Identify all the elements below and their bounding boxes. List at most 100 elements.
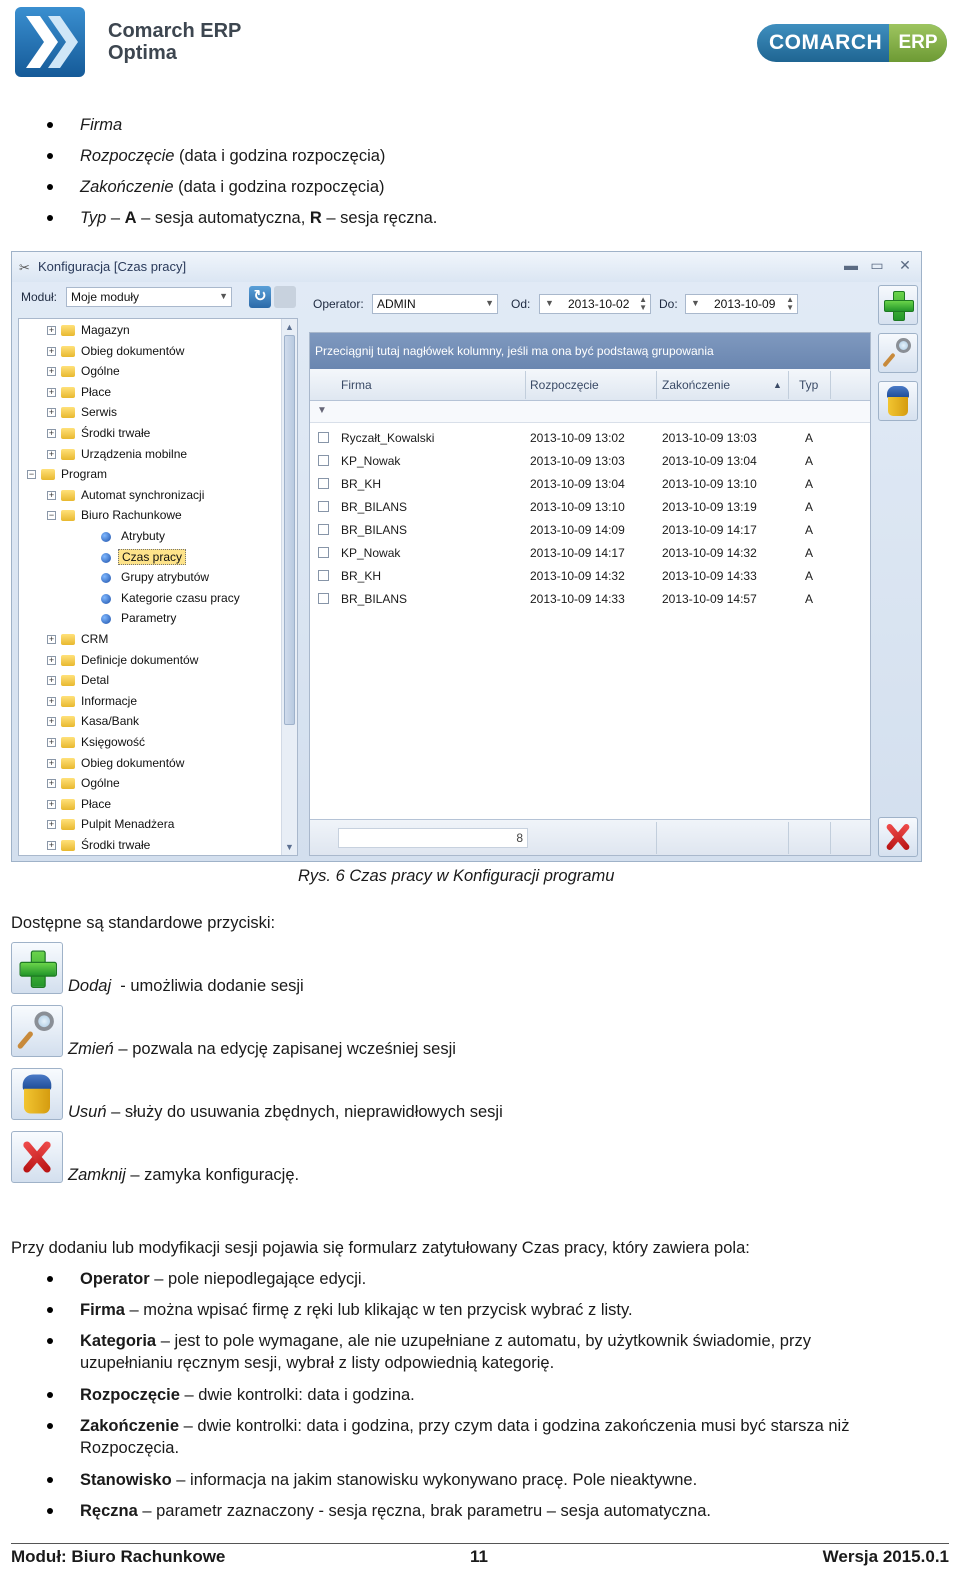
chevron-down-icon: ▼ <box>691 298 700 308</box>
table-row[interactable]: BR_BILANS 2013-10-09 13:10 2013-10-09 13:1… <box>310 496 870 519</box>
close-button-illustration <box>11 1131 63 1183</box>
button-desc: – pozwala na edycję zapisanej wcześniej … <box>113 1040 456 1058</box>
do-date-field[interactable]: ▼ 2013-10-09 ▲ ▼ <box>685 294 798 314</box>
row-checkbox[interactable] <box>318 524 329 535</box>
table-row[interactable]: BR_KH 2013-10-09 13:04 2013-10-09 13:10 A <box>310 473 870 496</box>
edit-button-description: Zmień – pozwala na edycję zapisanej wcze… <box>68 1040 456 1059</box>
cell-rozpoczecie: 2013-10-09 14:09 <box>530 523 625 537</box>
filter-icon[interactable]: ▼ <box>317 405 327 416</box>
expand-icon[interactable]: + <box>47 449 56 459</box>
edit-magnifier-icon <box>16 1011 57 1051</box>
row-checkbox[interactable] <box>318 478 329 489</box>
operator-value: ADMIN <box>377 297 416 311</box>
row-checkbox[interactable] <box>318 501 329 512</box>
close-button[interactable] <box>878 817 918 857</box>
expand-icon[interactable]: + <box>47 490 56 500</box>
column-separator <box>525 371 526 399</box>
bullet-desc: – <box>106 209 125 227</box>
table-row[interactable]: BR_BILANS 2013-10-09 14:09 2013-10-09 14:1… <box>310 519 870 542</box>
cell-typ: A <box>805 592 814 606</box>
table-row[interactable]: BR_BILANS 2013-10-09 14:33 2013-10-09 14:5… <box>310 588 870 611</box>
tree-scrollbar[interactable]: ▲ ▼ <box>281 319 297 855</box>
tree-item-label: Pulpit Menadżera <box>81 817 175 832</box>
collapse-icon[interactable]: − <box>47 511 56 521</box>
maximize-icon[interactable]: ▭ <box>868 257 886 274</box>
cell-firma: KP_Nowak <box>341 546 401 560</box>
row-checkbox[interactable] <box>318 455 329 466</box>
expand-icon[interactable]: + <box>47 696 56 706</box>
expand-icon[interactable]: + <box>47 820 56 830</box>
spinner-icon[interactable]: ▲ ▼ <box>786 296 794 312</box>
row-checkbox[interactable] <box>318 547 329 558</box>
delete-button[interactable] <box>878 381 918 421</box>
operator-select[interactable]: ADMIN ▼ <box>372 294 498 314</box>
module-tree[interactable]: ▲ ▼ + Magazyn + Obieg dokumentów + Ogólne + Pła… <box>18 318 298 856</box>
button-name: Usuń <box>68 1103 107 1121</box>
expand-icon[interactable]: + <box>47 387 56 397</box>
spinner-icon[interactable]: ▲ ▼ <box>639 296 647 312</box>
form-fields-list: Operator – pole niepodlegające edycji. F… <box>0 1268 960 1531</box>
row-checkbox[interactable] <box>318 432 329 443</box>
tree-item-label: Kasa/Bank <box>81 714 140 729</box>
expand-icon[interactable]: + <box>47 758 56 768</box>
refresh-button[interactable]: ↻ <box>249 286 271 308</box>
scrollbar-thumb[interactable] <box>284 335 295 725</box>
table-row[interactable]: KP_Nowak 2013-10-09 13:03 2013-10-09 13:04… <box>310 450 870 473</box>
column-separator <box>788 371 789 399</box>
expand-icon[interactable]: + <box>47 429 56 438</box>
expand-icon[interactable]: + <box>47 799 56 809</box>
sort-ascending-icon: ▲ <box>773 380 782 390</box>
cell-zakonczenie: 2013-10-09 13:19 <box>662 500 757 514</box>
expand-icon[interactable]: + <box>47 717 56 727</box>
column-header-typ[interactable]: Typ <box>799 378 818 392</box>
modul-select[interactable]: Moje moduły ▼ <box>66 287 232 307</box>
folder-icon <box>61 757 75 769</box>
expand-icon[interactable]: + <box>47 367 56 377</box>
tree-item-label: Płace <box>81 796 112 811</box>
expand-icon[interactable]: + <box>47 676 56 686</box>
expand-icon[interactable]: + <box>47 408 56 418</box>
row-checkbox[interactable] <box>318 593 329 604</box>
expand-icon[interactable]: + <box>47 779 56 789</box>
operator-label: Operator: <box>313 297 364 311</box>
column-header-zakonczenie[interactable]: Zakończenie <box>662 378 730 392</box>
minimize-icon[interactable]: ▬ <box>842 257 860 273</box>
expand-icon[interactable]: + <box>47 655 56 665</box>
scroll-up-icon[interactable]: ▲ <box>285 322 294 332</box>
close-x-icon <box>884 823 912 851</box>
column-list: Firma Rozpoczęcie (data i godzina rozpoc… <box>0 114 960 238</box>
footer-page-number: 11 <box>470 1547 488 1566</box>
bullet-bold: R <box>309 209 322 227</box>
edit-magnifier-icon <box>882 338 913 368</box>
scroll-down-icon[interactable]: ▼ <box>285 842 294 852</box>
cell-typ: A <box>805 569 814 583</box>
expand-icon[interactable]: + <box>47 326 56 335</box>
column-header-rozpoczecie[interactable]: Rozpoczęcie <box>530 378 599 392</box>
close-x-icon <box>20 1140 54 1174</box>
row-checkbox[interactable] <box>318 570 329 581</box>
cell-zakonczenie: 2013-10-09 14:17 <box>662 523 757 537</box>
close-window-icon[interactable]: ✕ <box>896 257 914 274</box>
od-date-field[interactable]: ▼ 2013-10-02 ▲ ▼ <box>539 294 651 314</box>
cell-typ: A <box>805 431 814 445</box>
group-by-hint[interactable]: Przeciągnij tutaj nagłówek kolumny, jeśl… <box>310 333 870 369</box>
table-row[interactable]: Ryczałt_Kowalski 2013-10-09 13:02 2013-10-… <box>310 427 870 450</box>
bullet-desc: – sesja automatyczna, <box>136 209 310 227</box>
expand-icon[interactable]: + <box>47 346 56 356</box>
sessions-grid[interactable]: Przeciągnij tutaj nagłówek kolumny, jeśl… <box>309 332 871 856</box>
folder-icon <box>61 819 75 831</box>
filter-row[interactable]: ▼ <box>310 401 870 423</box>
collapse-icon[interactable]: − <box>27 470 36 480</box>
brand-name: Comarch ERP Optima <box>108 20 241 64</box>
button-name: Dodaj <box>68 977 112 995</box>
expand-icon[interactable]: + <box>47 635 56 644</box>
expand-icon[interactable]: + <box>47 841 56 850</box>
edit-button[interactable] <box>878 333 918 373</box>
column-header-firma[interactable]: Firma <box>341 378 372 392</box>
expand-icon[interactable]: + <box>47 738 56 747</box>
tree-item-label: Urządzenia mobilne <box>81 446 188 461</box>
footer-module: Moduł: Biuro Rachunkowe <box>11 1547 226 1566</box>
table-row[interactable]: KP_Nowak 2013-10-09 14:17 2013-10-09 14:32… <box>310 542 870 565</box>
table-row[interactable]: BR_KH 2013-10-09 14:32 2013-10-09 14:33 A <box>310 565 870 588</box>
add-button[interactable] <box>878 285 918 325</box>
